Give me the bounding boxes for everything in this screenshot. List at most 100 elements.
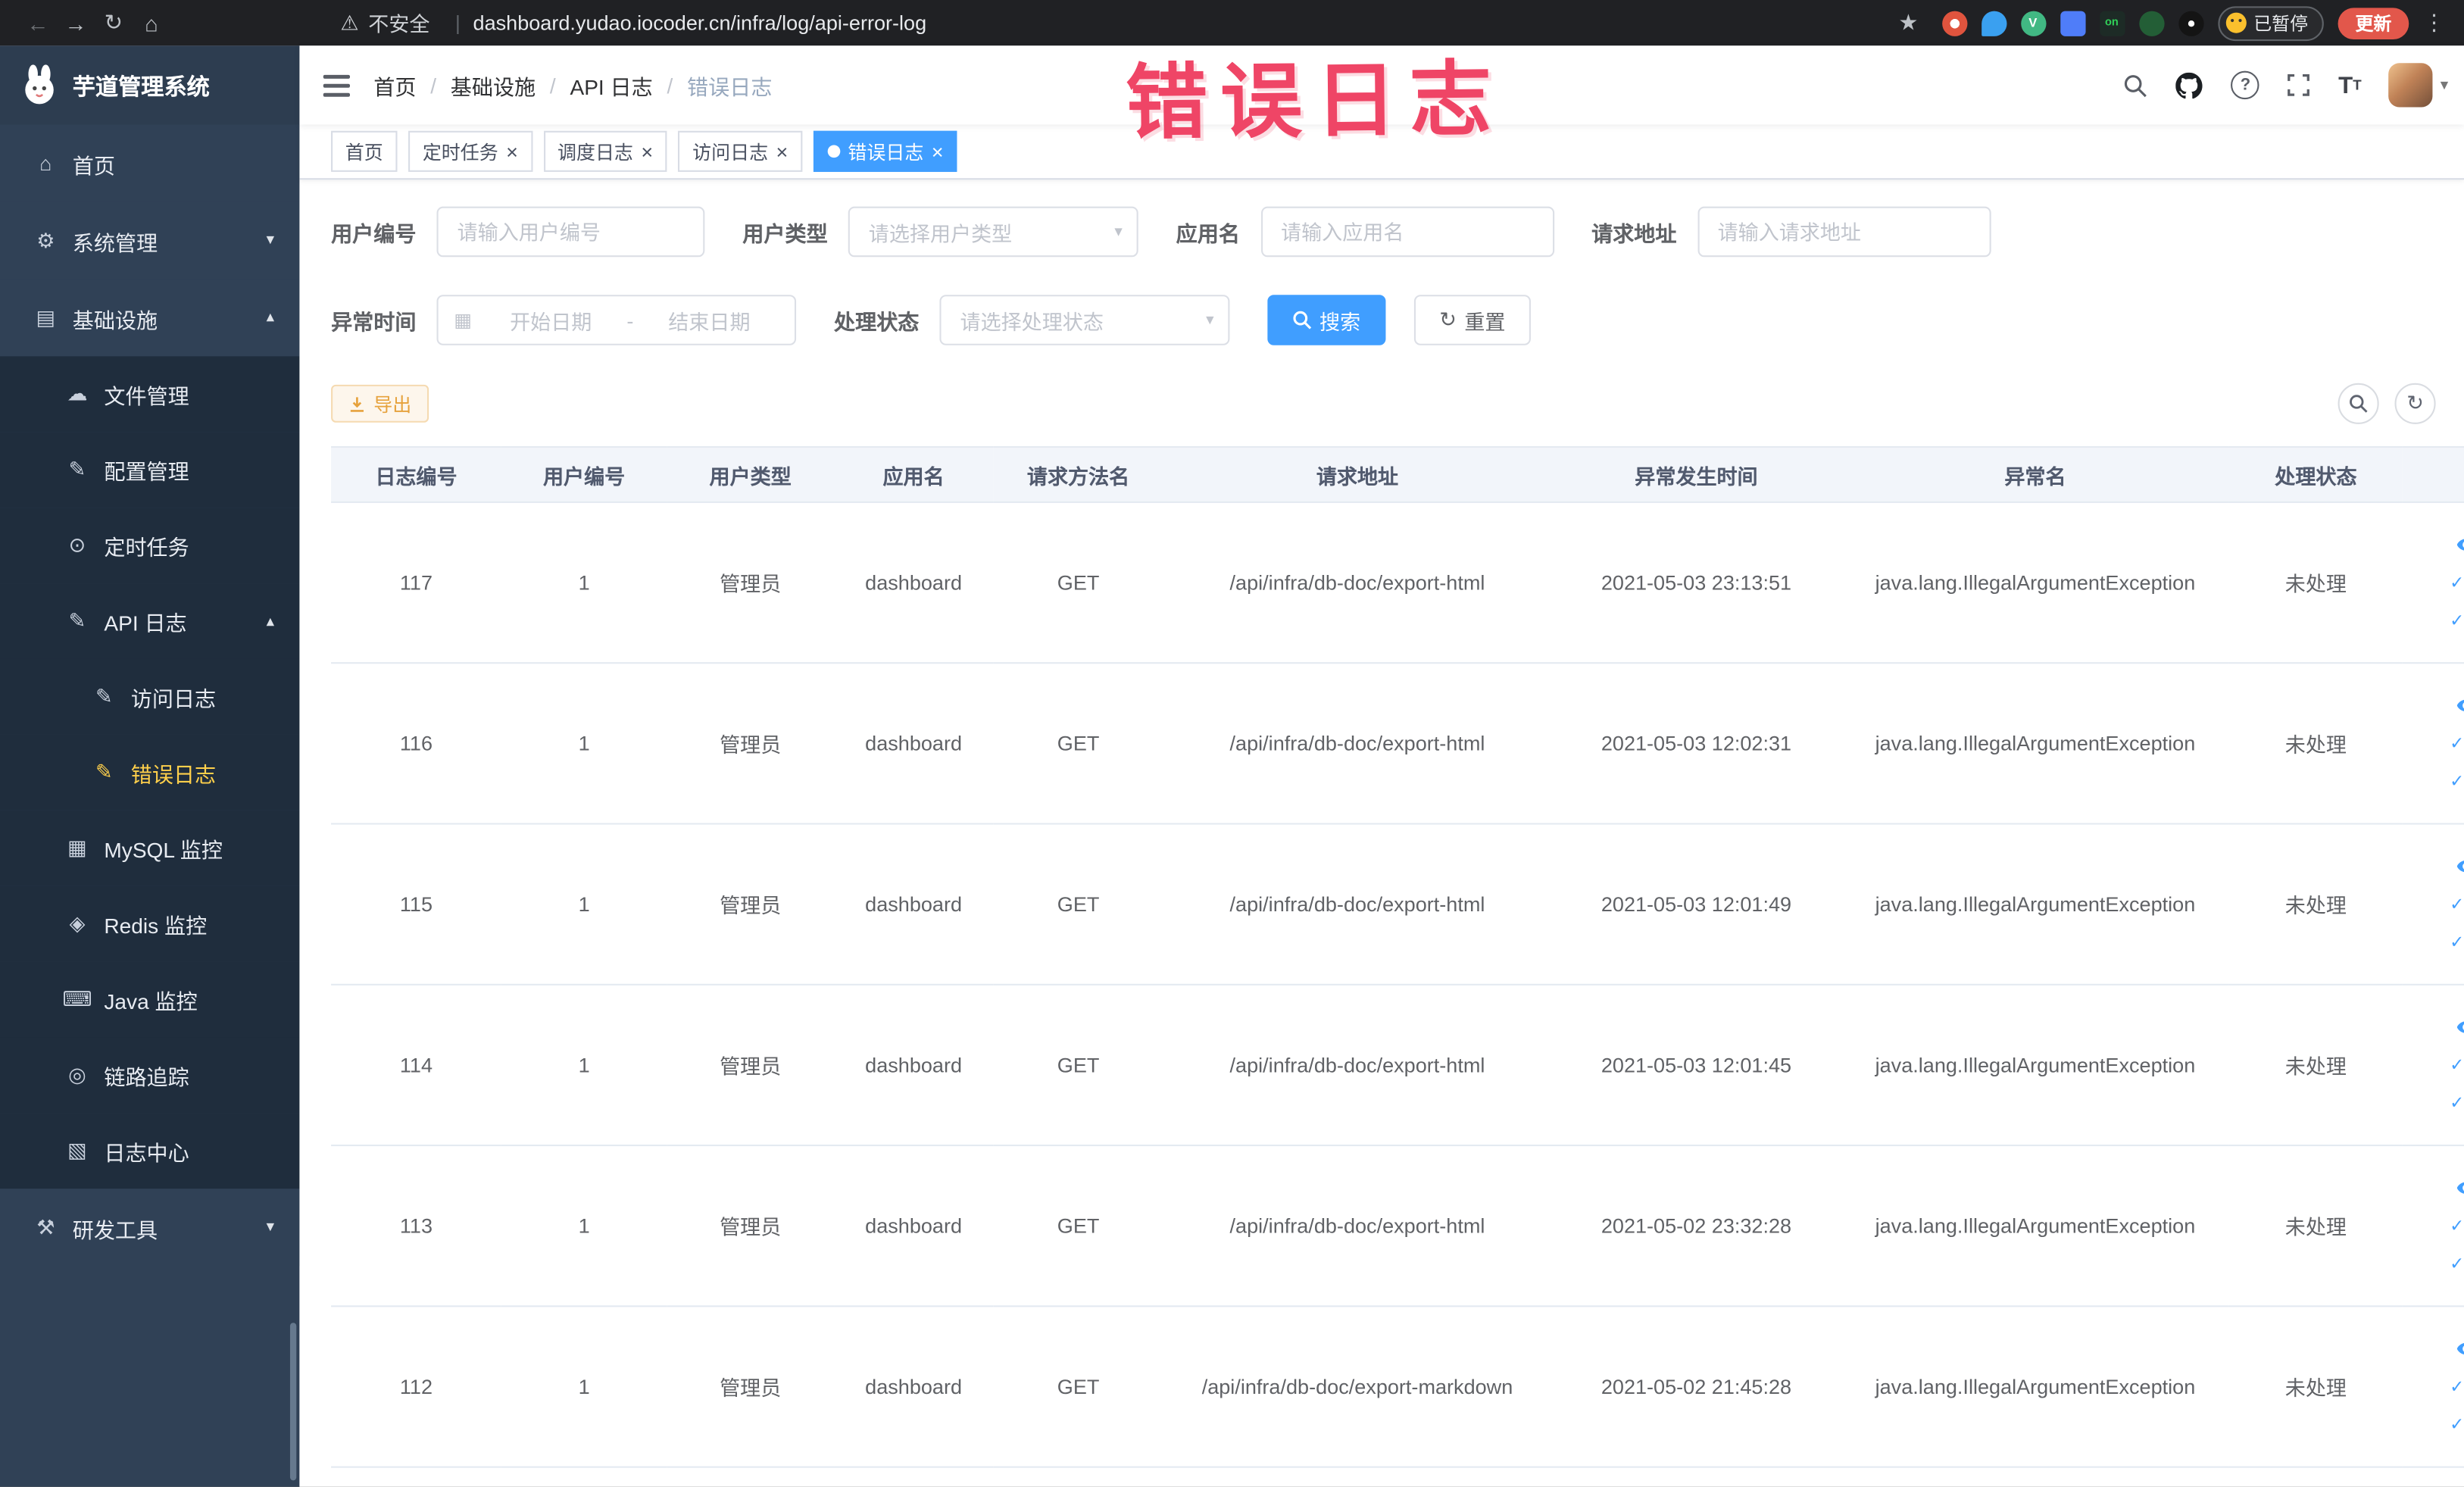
ignored-link[interactable]: ✓已忽略 <box>2409 762 2464 800</box>
paused-badge[interactable]: 已暂停 <box>2217 5 2324 41</box>
toggle-search-button[interactable] <box>2338 383 2379 424</box>
search-icon[interactable] <box>2110 45 2162 124</box>
sidebar-item-error-log[interactable]: ✎ 错误日志 <box>0 734 300 811</box>
extension-icon[interactable] <box>1941 10 1967 36</box>
sidebar-item-redis-monitor[interactable]: ◈ Redis 监控 <box>0 886 300 962</box>
sidebar-item-access-log[interactable]: ✎ 访问日志 <box>0 658 300 735</box>
tab-error-log[interactable]: 错误日志 × <box>813 130 958 172</box>
sidebar: 芋道管理系统 ⌂ 首页 ⚙ 系统管理 ▾ ▤ 基础设施 ▴ ☁ 文件管理 ✎ 配置管理 ⊙ 定时任务 ✎ AP… <box>0 45 300 1487</box>
github-icon[interactable] <box>2162 45 2217 124</box>
reload-icon[interactable]: ↻ <box>95 9 133 36</box>
col-header-request-method: 请求方法名 <box>993 447 1163 503</box>
user-id-label: 用户编号 <box>331 222 417 246</box>
sidebar-item-home[interactable]: ⌂ 首页 <box>0 124 300 202</box>
reset-button[interactable]: ↻ 重置 <box>1413 295 1531 345</box>
ignored-link[interactable]: ✓已忽略 <box>2409 601 2464 639</box>
request-url-input[interactable] <box>1697 206 1991 258</box>
user-id-input[interactable] <box>436 206 705 258</box>
security-indicator[interactable]: ⚠ 不安全 | <box>341 8 473 38</box>
sidebar-item-file-manage[interactable]: ☁ 文件管理 <box>0 356 300 433</box>
processed-link[interactable]: ✓已处理 <box>2409 1207 2464 1245</box>
date-range-picker[interactable]: ▦ 开始日期 - 结束日期 <box>436 295 797 345</box>
search-icon <box>2350 395 2368 413</box>
font-size-icon[interactable]: TT <box>2324 45 2375 124</box>
search-button[interactable]: 搜索 <box>1267 295 1386 345</box>
detail-link[interactable]: 详细 <box>2409 1330 2464 1368</box>
eye-icon <box>2456 1182 2464 1194</box>
request-url-label: 请求地址 <box>1591 222 1677 246</box>
breadcrumb-item[interactable]: API 日志 <box>570 70 652 102</box>
detail-link[interactable]: 详细 <box>2409 848 2464 886</box>
tab-home[interactable]: 首页 <box>331 130 398 172</box>
extension-icon[interactable] <box>2060 10 2085 36</box>
processed-link[interactable]: ✓已处理 <box>2409 724 2464 762</box>
breadcrumb-item[interactable]: 基础设施 <box>451 70 536 102</box>
extension-icon[interactable] <box>1981 10 2006 36</box>
fullscreen-icon[interactable] <box>2274 45 2325 124</box>
rabbit-logo-icon <box>25 64 54 105</box>
hamburger-icon[interactable] <box>299 45 373 124</box>
back-icon[interactable]: ← <box>19 11 57 36</box>
detail-link[interactable]: 详细 <box>2409 1169 2464 1207</box>
sidebar-item-dev-tools[interactable]: ⚒ 研发工具 ▾ <box>0 1189 300 1267</box>
eye-icon <box>2456 699 2464 711</box>
processed-link[interactable]: ✓已处理 <box>2409 886 2464 923</box>
processed-link[interactable]: ✓已处理 <box>2409 564 2464 601</box>
breadcrumb-item[interactable]: 首页 <box>373 70 416 102</box>
close-icon[interactable]: × <box>776 141 789 161</box>
ignored-link[interactable]: ✓已忽略 <box>2409 1405 2464 1443</box>
detail-link[interactable]: 详细 <box>2409 1008 2464 1046</box>
detail-link[interactable]: 详细 <box>2409 526 2464 564</box>
sidebar-item-system-manage[interactable]: ⚙ 系统管理 ▾ <box>0 201 300 280</box>
tab-label: 首页 <box>345 141 383 164</box>
close-icon[interactable]: × <box>506 141 518 161</box>
browser-home-icon[interactable]: ⌂ <box>133 11 170 36</box>
ignored-link[interactable]: ✓已忽略 <box>2409 1245 2464 1282</box>
refresh-button[interactable]: ↻ <box>2394 383 2436 424</box>
close-icon[interactable]: × <box>641 141 653 161</box>
browser-menu-icon[interactable]: ⋮ <box>2423 9 2445 36</box>
sidebar-item-label: API 日志 <box>104 611 187 636</box>
cell-exception-time: 2021-05-02 23:32:28 <box>1551 1145 1841 1307</box>
app-name-input[interactable] <box>1260 206 1554 258</box>
ignored-link[interactable]: ✓已忽略 <box>2409 1084 2464 1122</box>
user-type-select[interactable]: 请选择用户类型 ▾ <box>848 206 1138 258</box>
extension-icon[interactable]: on <box>2099 10 2125 36</box>
sidebar-item-scheduled-jobs[interactable]: ⊙ 定时任务 <box>0 508 300 584</box>
chevron-down-icon[interactable]: ▾ <box>2441 77 2448 94</box>
extension-icon[interactable] <box>2138 10 2164 36</box>
sidebar-item-infrastructure[interactable]: ▤ 基础设施 ▴ <box>0 279 300 357</box>
sidebar-scrollbar[interactable] <box>289 1323 297 1481</box>
filter-row-2: 异常时间 ▦ 开始日期 - 结束日期 处理状态 请选择处理状态 ▾ 搜索 ↻ 重… <box>331 295 2445 345</box>
chevron-down-icon: ▾ <box>1114 223 1123 241</box>
export-button[interactable]: 导出 <box>331 384 429 423</box>
tab-scheduled-jobs[interactable]: 定时任务 × <box>408 130 532 172</box>
update-button[interactable]: 更新 <box>2338 7 2409 39</box>
processed-link[interactable]: ✓已处理 <box>2409 1368 2464 1406</box>
extension-icon[interactable]: V <box>2020 10 2046 36</box>
bookmark-star-icon[interactable]: ★ <box>1889 9 1927 36</box>
sidebar-item-api-log[interactable]: ✎ API 日志 ▴ <box>0 583 300 659</box>
tab-access-log[interactable]: 访问日志 × <box>678 130 803 172</box>
extension-icon[interactable] <box>2178 10 2203 36</box>
filter-exception-time: 异常时间 ▦ 开始日期 - 结束日期 <box>331 295 797 345</box>
tab-job-log[interactable]: 调度日志 × <box>543 130 667 172</box>
sidebar-item-mysql-monitor[interactable]: ▦ MySQL 监控 <box>0 810 300 886</box>
avatar[interactable] <box>2388 63 2433 108</box>
table-row: 117 1 管理员 dashboard GET/api/infra/db-doc/exp… <box>331 501 2464 664</box>
sidebar-item-config-manage[interactable]: ✎ 配置管理 <box>0 432 300 508</box>
cell-status: 未处理 <box>2228 663 2403 825</box>
cell-user-type: 管理员 <box>667 663 835 825</box>
sidebar-item-java-monitor[interactable]: ⌨ Java 监控 <box>0 961 300 1038</box>
forward-icon[interactable]: → <box>57 11 95 36</box>
sidebar-item-log-center[interactable]: ▧ 日志中心 <box>0 1113 300 1189</box>
app-logo[interactable]: 芋道管理系统 <box>0 45 300 125</box>
detail-link[interactable]: 详细 <box>2409 686 2464 724</box>
close-icon[interactable]: × <box>932 141 944 161</box>
help-icon[interactable]: ? <box>2217 45 2274 124</box>
sidebar-item-link-trace[interactable]: ◎ 链路追踪 <box>0 1037 300 1114</box>
processed-link[interactable]: ✓已处理 <box>2409 1046 2464 1084</box>
process-status-select[interactable]: 请选择处理状态 ▾ <box>939 295 1230 345</box>
ignored-link[interactable]: ✓已忽略 <box>2409 923 2464 961</box>
url-text[interactable]: dashboard.yudao.iocoder.cn/infra/log/api… <box>473 11 927 35</box>
